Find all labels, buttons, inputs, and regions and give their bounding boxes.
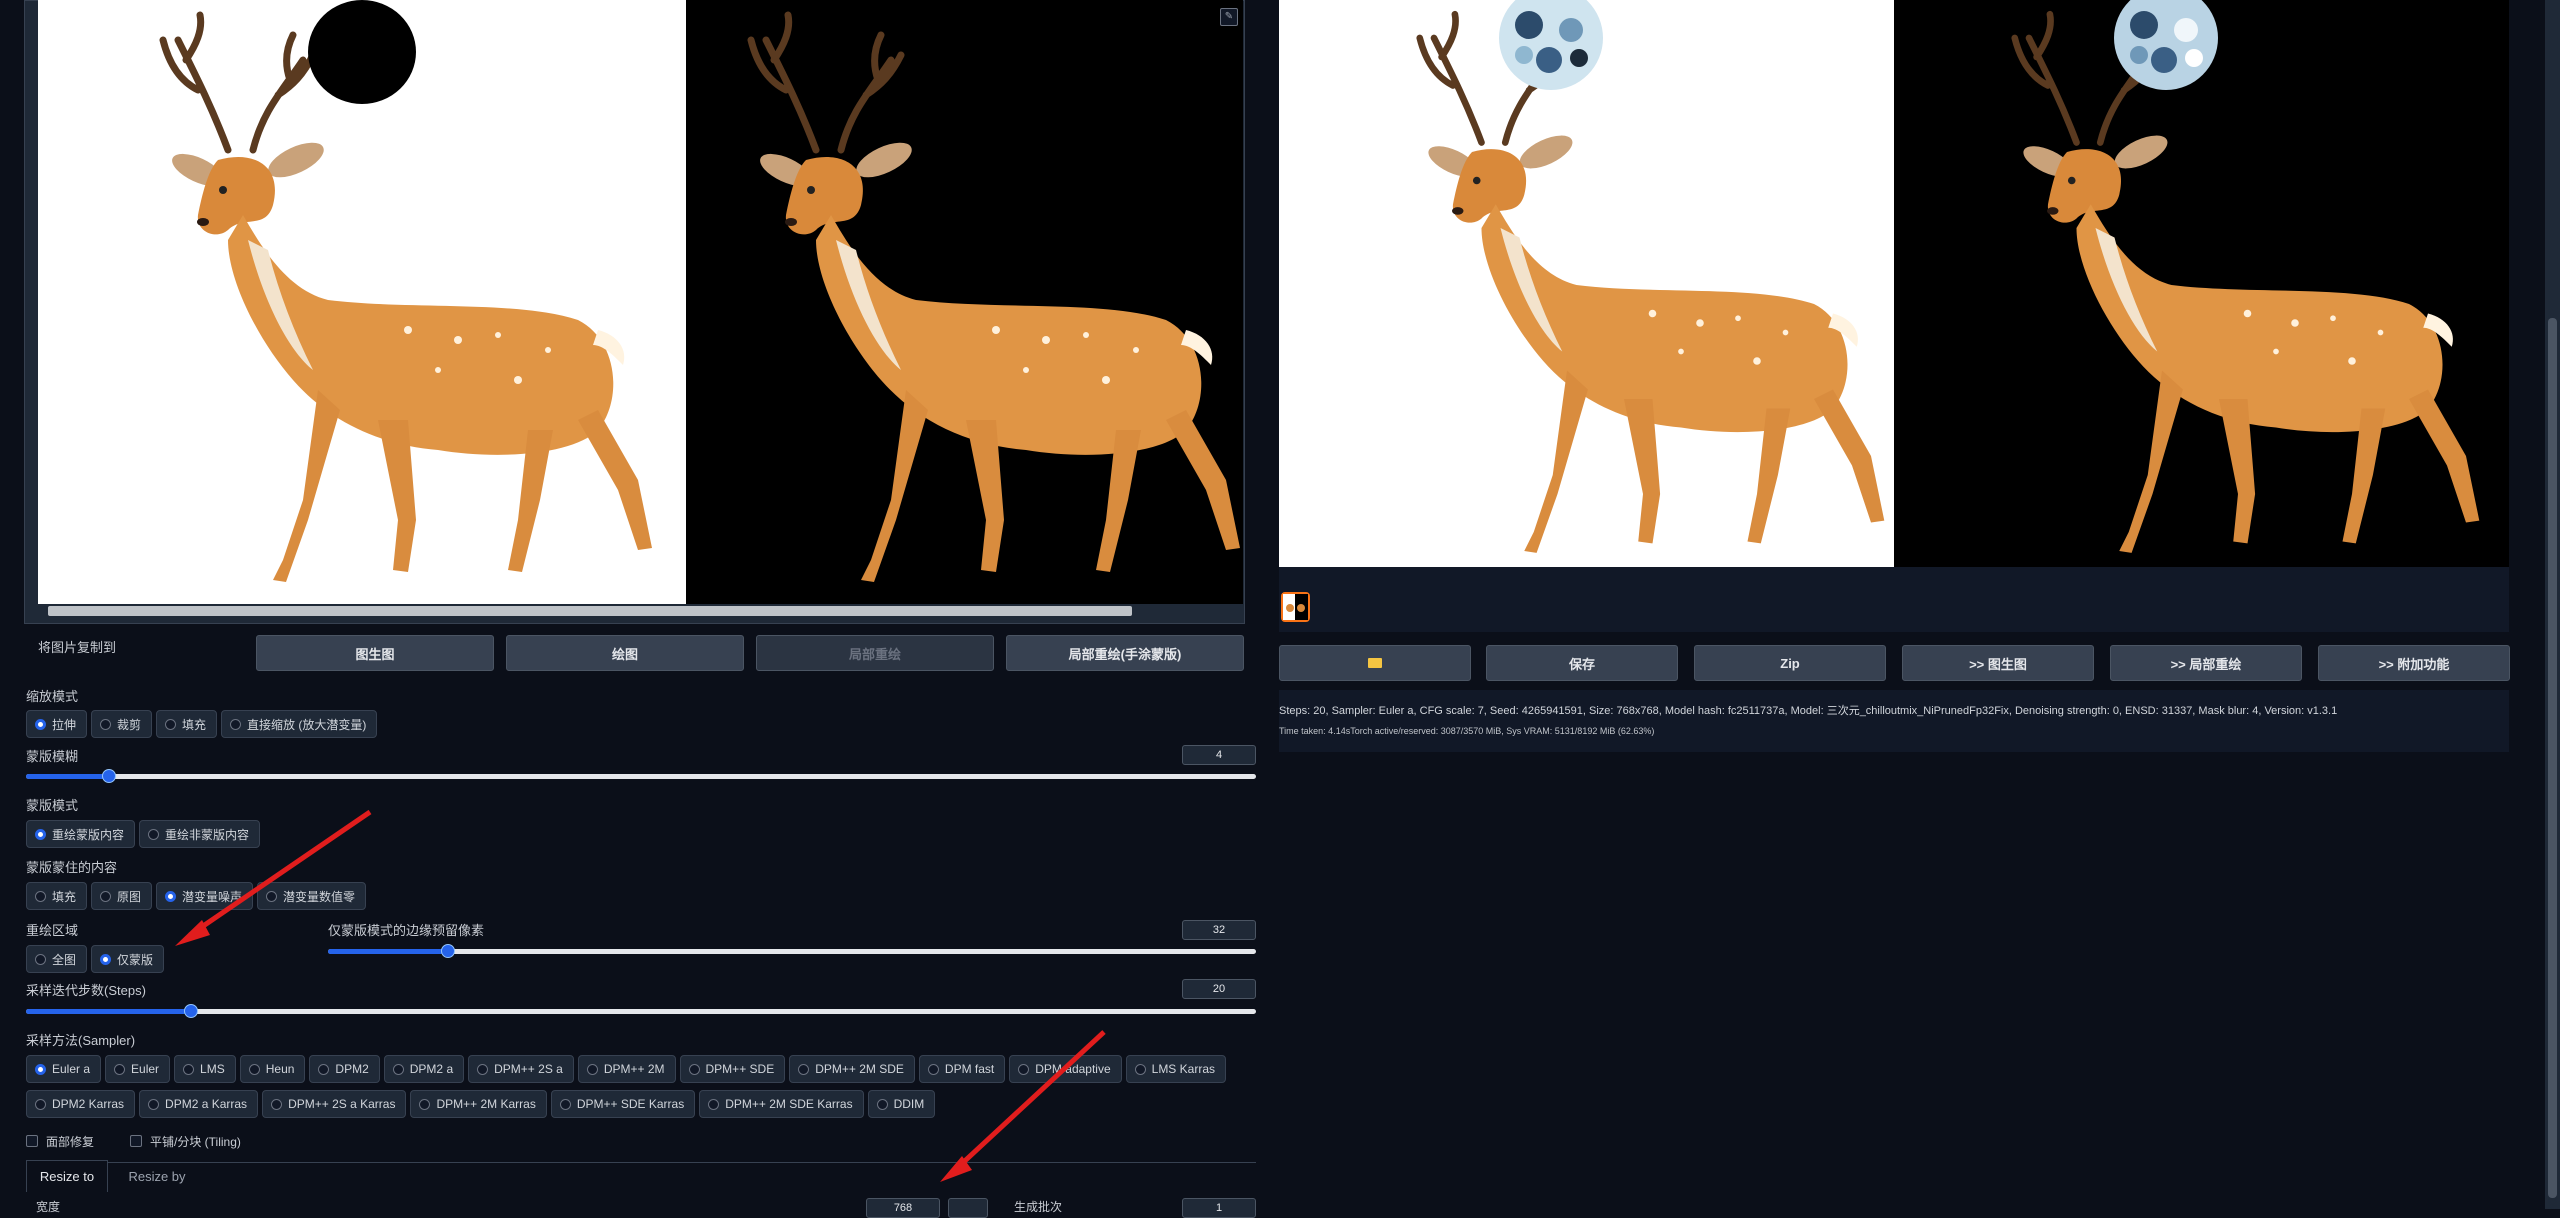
send-to-extras-button[interactable]: >> 附加功能 xyxy=(2318,645,2510,681)
page-scroll-thumb[interactable] xyxy=(2548,318,2557,1198)
time-taken-text: Time taken: 4.14sTorch active/reserved: … xyxy=(1279,726,1655,736)
save-button[interactable]: 保存 xyxy=(1486,645,1678,681)
annotation-arrows xyxy=(175,809,1106,1182)
arrow-1 xyxy=(188,809,372,938)
arrow-2 xyxy=(953,1030,1106,1172)
output-thumbnail[interactable] xyxy=(1281,592,1310,622)
output-image-1[interactable] xyxy=(1279,0,1894,567)
brush-icon[interactable]: ✎ xyxy=(1220,8,1238,26)
generated-orb xyxy=(2114,0,2218,90)
deer-output-2 xyxy=(1894,0,2509,567)
open-folder-button[interactable] xyxy=(1279,645,1471,681)
zip-button[interactable]: Zip xyxy=(1694,645,1886,681)
generated-orb xyxy=(1499,0,1603,90)
generation-info-panel xyxy=(1279,690,2509,752)
output-image-2[interactable] xyxy=(1894,0,2509,567)
deer-output-1 xyxy=(1279,0,1894,567)
send-to-inpaint-button[interactable]: >> 局部重绘 xyxy=(2110,645,2302,681)
thumbnail-image xyxy=(1283,594,1308,620)
generation-info-text: Steps: 20, Sampler: Euler a, CFG scale: … xyxy=(1279,705,2338,717)
folder-icon xyxy=(1368,658,1382,668)
send-to-img2img-button[interactable]: >> 图生图 xyxy=(1902,645,2094,681)
